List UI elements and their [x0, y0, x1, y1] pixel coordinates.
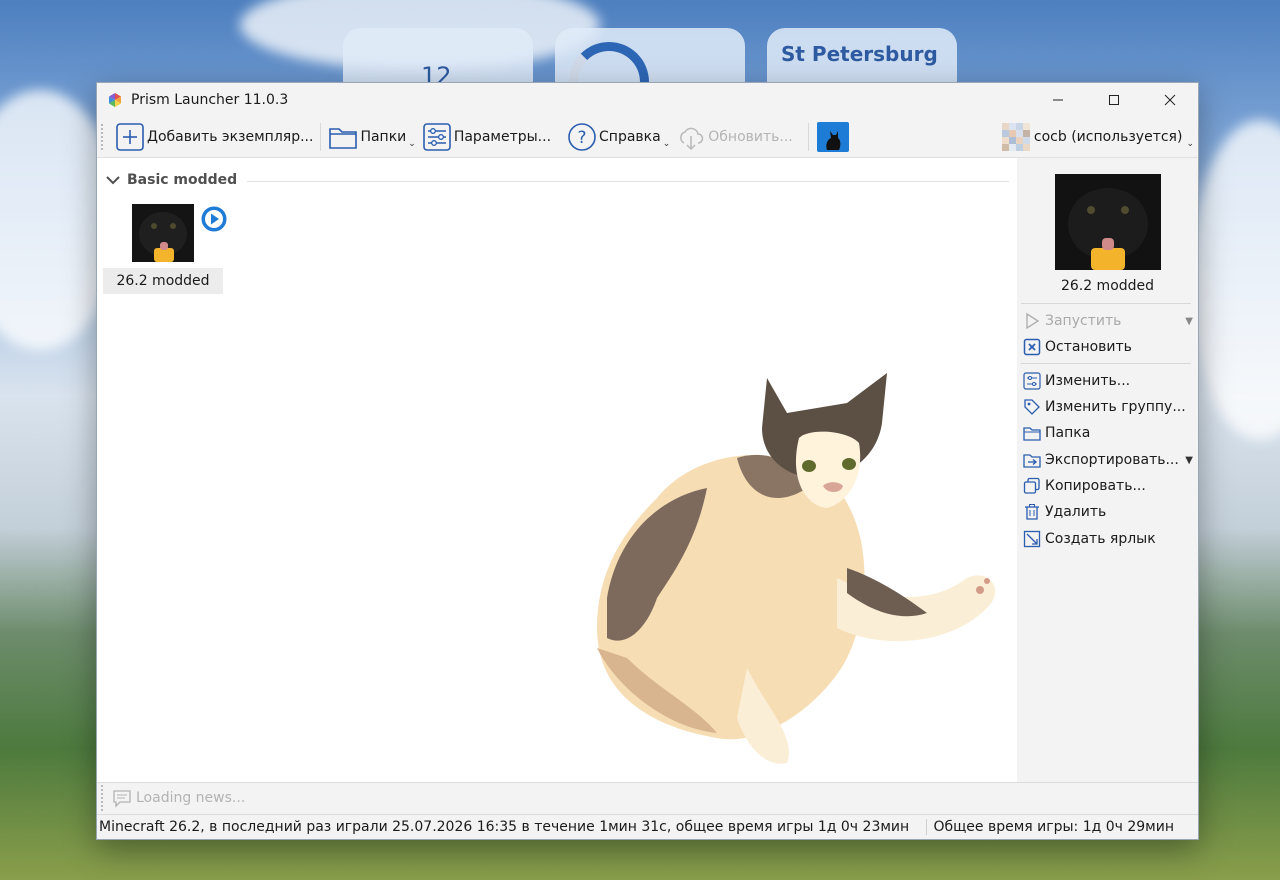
- black-cat-photo-icon: [1055, 174, 1161, 270]
- account-avatar: [1001, 123, 1030, 151]
- settings-sliders-icon: [1023, 372, 1041, 390]
- copy-button[interactable]: Копировать...: [1023, 474, 1193, 498]
- toolbar-separator: [807, 123, 809, 151]
- cloud-download-icon: [680, 127, 704, 151]
- news-icon: [113, 790, 131, 808]
- instance-name: 26.2 modded: [103, 268, 223, 294]
- chevron-down-icon: ⌄: [1186, 139, 1194, 149]
- minimize-icon: [1053, 99, 1063, 101]
- svg-text:?: ?: [578, 128, 587, 148]
- change-group-button[interactable]: Изменить группу...: [1023, 395, 1193, 419]
- dropdown-arrow-icon[interactable]: ▼: [1185, 455, 1193, 466]
- copy-icon: [1023, 477, 1040, 494]
- toolbar-separator: [320, 123, 322, 151]
- trash-icon: [1025, 504, 1039, 520]
- help-menu-button[interactable]: ? Справка ⌄: [564, 120, 673, 154]
- kill-button[interactable]: Остановить: [1023, 335, 1193, 359]
- export-icon: [1023, 454, 1041, 468]
- window-title: Prism Launcher 11.0.3: [131, 92, 289, 108]
- chevron-down-icon: ⌄: [408, 139, 416, 149]
- instance-thumbnail: [132, 204, 194, 262]
- minimize-button[interactable]: [1030, 83, 1086, 117]
- instance-view[interactable]: Basic modded 26.2 modded: [97, 158, 1017, 782]
- maximize-button[interactable]: [1086, 83, 1142, 117]
- folders-menu-button[interactable]: Папки ⌄: [325, 120, 418, 154]
- prism-launcher-window: Prism Launcher 11.0.3 Добавить экземпляр…: [96, 82, 1199, 840]
- add-icon: [116, 123, 144, 151]
- launch-button[interactable]: Запустить ▼: [1023, 309, 1193, 333]
- title-bar[interactable]: Prism Launcher 11.0.3: [97, 83, 1198, 117]
- news-bar: Loading news...: [97, 782, 1198, 813]
- edit-instance-button[interactable]: Изменить...: [1023, 369, 1193, 393]
- update-button[interactable]: Обновить...: [673, 120, 795, 154]
- tag-icon: [1024, 399, 1040, 415]
- delete-button[interactable]: Удалить: [1023, 500, 1193, 524]
- weather-city: St Petersburg: [781, 42, 938, 66]
- close-icon: [1164, 94, 1176, 106]
- group-header[interactable]: Basic modded: [105, 172, 1009, 188]
- toolbar-grip[interactable]: [101, 124, 106, 150]
- shortcut-label: Создать ярлык: [1045, 531, 1156, 547]
- dropdown-arrow-icon[interactable]: ▼: [1185, 316, 1193, 327]
- account-label: cocb (используется): [1033, 129, 1183, 145]
- selected-instance-icon[interactable]: [1055, 174, 1161, 270]
- black-cat-icon: [826, 131, 841, 150]
- maximize-icon: [1109, 95, 1119, 105]
- cat-toggle-button[interactable]: [816, 122, 849, 152]
- play-icon: [1026, 312, 1040, 330]
- copy-label: Копировать...: [1045, 478, 1146, 494]
- account-menu-button[interactable]: cocb (используется) ⌄: [1001, 123, 1198, 151]
- black-cat-photo-icon: [132, 204, 194, 262]
- update-label: Обновить...: [708, 129, 793, 145]
- launch-label: Запустить: [1045, 313, 1122, 329]
- group-divider: [247, 180, 1009, 182]
- status-bar: Minecraft 26.2, в последний раз играли 2…: [97, 814, 1198, 839]
- open-folder-button[interactable]: Папка: [1023, 421, 1193, 445]
- settings-label: Параметры...: [453, 129, 552, 145]
- calico-cat-illustration: [597, 373, 996, 764]
- add-instance-label: Добавить экземпляр...: [147, 129, 314, 145]
- news-label[interactable]: Loading news...: [136, 790, 245, 806]
- create-shortcut-button[interactable]: Создать ярлык: [1023, 527, 1193, 551]
- chevron-down-icon: ⌄: [662, 139, 671, 149]
- toolbar-grip[interactable]: [101, 785, 106, 811]
- selected-instance-name[interactable]: 26.2 modded: [1017, 278, 1198, 294]
- instance-side-panel: 26.2 modded Запустить ▼ Остановить Измен…: [1017, 158, 1198, 782]
- delete-label: Удалить: [1045, 504, 1107, 520]
- change-group-label: Изменить группу...: [1045, 399, 1186, 415]
- shortcut-icon: [1023, 530, 1041, 548]
- background-cloud: [1190, 120, 1280, 440]
- status-last-played: Minecraft 26.2, в последний раз играли 2…: [99, 819, 910, 835]
- settings-button[interactable]: Параметры...: [419, 120, 554, 154]
- folder-icon: [329, 128, 358, 149]
- settings-sliders-icon: [423, 123, 451, 151]
- help-label: Справка: [599, 129, 661, 145]
- group-name: Basic modded: [127, 172, 238, 188]
- folder-icon: [1023, 427, 1041, 441]
- close-button[interactable]: [1142, 83, 1198, 117]
- kill-label: Остановить: [1045, 339, 1132, 355]
- folder-label: Папка: [1045, 425, 1091, 441]
- export-button[interactable]: Экспортировать... ▼: [1023, 448, 1193, 472]
- help-icon: ?: [568, 123, 596, 151]
- main-toolbar: Добавить экземпляр... Папки ⌄ Параметры.…: [97, 117, 1198, 158]
- sidebar-separator: [1021, 363, 1191, 364]
- stop-icon: [1023, 338, 1041, 356]
- sidebar-separator: [1021, 303, 1191, 304]
- chevron-down-icon: [106, 176, 120, 185]
- folders-label: Папки: [360, 129, 407, 145]
- status-total-playtime: Общее время игры: 1д 0ч 29мин: [926, 819, 1174, 835]
- export-label: Экспортировать...: [1045, 452, 1179, 468]
- prism-logo-icon: [109, 93, 121, 107]
- add-instance-button[interactable]: Добавить экземпляр...: [112, 120, 316, 154]
- running-play-icon: [200, 205, 228, 233]
- edit-label: Изменить...: [1045, 373, 1131, 389]
